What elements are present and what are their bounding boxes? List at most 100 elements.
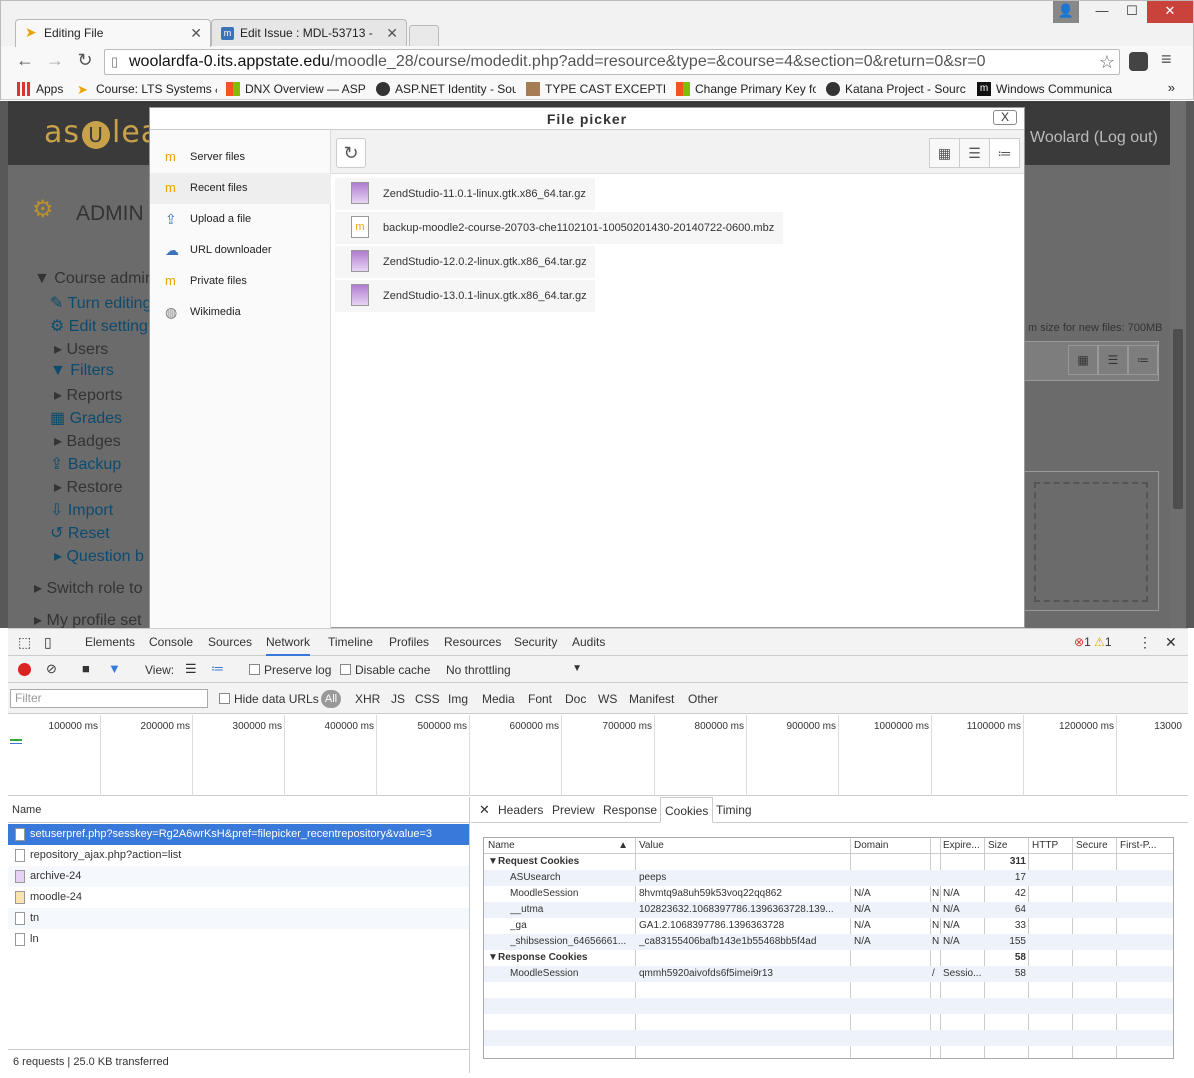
nav-my-profile[interactable]: ▸ My profile set [34,610,142,630]
throttling-select[interactable]: No throttling ▼ [446,663,582,677]
name-column-header[interactable]: Name [8,797,470,823]
menu-icon[interactable]: ≡ [1161,49,1172,70]
nav-filters[interactable]: ▼ Filters [50,362,114,380]
nav-question-bank[interactable]: ▸ Question b [54,546,144,566]
maximize-icon[interactable]: ☐ [1117,1,1147,23]
col-path[interactable] [932,838,940,854]
bookmark-katana[interactable]: Katana Project - Sourc [826,81,966,97]
filter-img[interactable]: Img [448,692,468,706]
request-row[interactable]: tn [8,908,469,929]
col-secure[interactable]: Secure [1076,838,1114,854]
user-icon[interactable]: 👤 [1053,1,1079,23]
expand-arrow-icon[interactable]: ▼ [488,854,498,870]
request-row[interactable]: archive-24 [8,866,469,887]
bookmark-wcf[interactable]: m Windows Communica [977,81,1117,97]
minimize-icon[interactable]: — [1087,1,1117,23]
address-bar[interactable]: ▯ woolardfa-0.its.appstate.edu/moodle_28/… [104,49,1120,75]
page-scrollbar[interactable] [1170,101,1186,628]
file-item[interactable]: ZendStudio-13.0.1-linux.gtk.x86_64.tar.g… [335,280,595,312]
logout-link[interactable]: Woolard (Log out) [1030,129,1158,147]
tab-timeline[interactable]: Timeline [328,629,373,656]
filter-other[interactable]: Other [688,692,718,706]
col-domain[interactable]: Domain [854,838,924,854]
new-tab-button[interactable] [409,25,439,47]
filter-all[interactable]: All [321,690,341,708]
network-overview[interactable]: 100000 ms 200000 ms 300000 ms 400000 ms … [8,715,1188,796]
nav-import[interactable]: ⇩ Import [50,500,113,520]
list-view-icon[interactable]: ☰ [185,661,197,677]
request-row[interactable]: setuserpref.php?sesskey=Rg2A6wrKsH&pref=… [8,824,469,845]
refresh-icon[interactable]: ↻ [336,138,366,168]
filemanager-dropzone[interactable] [1023,471,1159,611]
filter-manifest[interactable]: Manifest [629,692,674,706]
col-name[interactable]: Name ▲ [488,838,628,854]
cookie-group-row[interactable]: Response Cookies 58 ▼ [484,950,1173,966]
nav-badges[interactable]: ▸ Badges [54,431,121,451]
cookie-row[interactable]: MoodleSession qmmh5920aivofds6f5imei9r13 /… [484,966,1173,982]
tab-timing[interactable]: Timing [712,797,756,823]
col-first-party[interactable]: First-P... [1120,838,1170,854]
repo-private-files[interactable]: m Private files [150,266,331,297]
bookmark-primary-key[interactable]: Change Primary Key fo [676,81,816,97]
filter-font[interactable]: Font [528,692,552,706]
request-row[interactable]: ln [8,929,469,950]
tab-edit-issue[interactable]: m Edit Issue : MDL-53713 - ✕ [211,19,407,47]
filter-js[interactable]: JS [391,692,405,706]
error-count-badge[interactable]: ⊗1 ⚠1 [1074,629,1112,656]
site-logo[interactable]: as Ulea [44,115,160,150]
back-arrow-icon[interactable]: ← [13,50,37,71]
reload-icon[interactable]: ↻ [73,50,97,71]
more-options-icon[interactable]: ⋮ [1138,629,1152,656]
request-row[interactable]: repository_ajax.php?action=list [8,845,469,866]
tab-profiles[interactable]: Profiles [389,629,429,656]
nav-users[interactable]: ▸ Users [54,339,108,359]
scrollbar-thumb[interactable] [1173,329,1183,509]
device-mode-icon[interactable]: ▯ [44,629,52,656]
bookmark-apps[interactable]: Apps [17,81,77,97]
repo-upload-file[interactable]: ⇪ Upload a file [150,204,331,235]
col-http[interactable]: HTTP [1032,838,1070,854]
filter-doc[interactable]: Doc [565,692,586,706]
forward-arrow-icon[interactable]: → [43,50,67,71]
bookmark-typecast[interactable]: TYPE CAST EXCEPTION [526,81,666,97]
close-detail-icon[interactable]: ✕ [475,797,494,823]
disable-cache-checkbox[interactable]: Disable cache [340,663,430,677]
cookie-row[interactable]: ASUsearch peeps 17 [484,870,1173,886]
repo-server-files[interactable]: m Server files [150,142,331,173]
tree-view-icon[interactable]: ≔ [1128,345,1158,375]
nav-reports[interactable]: ▸ Reports [54,385,123,405]
nav-backup[interactable]: ⇪ Backup [50,454,121,474]
record-icon[interactable] [18,663,31,676]
list-view-icon[interactable]: ☰ [959,138,990,168]
close-devtools-icon[interactable]: ✕ [1165,629,1177,656]
nav-switch-role[interactable]: ▸ Switch role to [34,578,143,598]
tab-security[interactable]: Security [514,629,557,656]
repo-url-downloader[interactable]: ☁ URL downloader [150,235,331,266]
preserve-log-checkbox[interactable]: Preserve log [249,663,331,677]
tab-resources[interactable]: Resources [444,629,501,656]
col-value[interactable]: Value [639,838,844,854]
nav-grades[interactable]: ▦ Grades [50,408,122,428]
tab-sources[interactable]: Sources [208,629,252,656]
tree-view-icon[interactable]: ≔ [989,138,1020,168]
icon-view-icon[interactable]: ▦ [1068,345,1098,375]
bookmark-course[interactable]: ➤ Course: LTS Systems & [77,81,217,97]
tab-console[interactable]: Console [149,629,193,656]
close-tab-icon[interactable]: ✕ [190,20,202,46]
col-size[interactable]: Size [988,838,1026,854]
tab-headers[interactable]: Headers [494,797,547,823]
file-item[interactable]: ZendStudio-11.0.1-linux.gtk.x86_64.tar.g… [335,178,595,210]
course-admin-node[interactable]: ▼ Course admin [34,270,154,288]
tab-response[interactable]: Response [599,797,661,823]
nav-edit-settings[interactable]: ⚙ Edit setting [50,316,148,336]
inspect-element-icon[interactable]: ⬚ [18,629,31,656]
close-window-icon[interactable]: ✕ [1147,1,1193,23]
filter-input[interactable]: Filter [10,689,208,708]
icon-view-icon[interactable]: ▦ [929,138,960,168]
nav-turn-editing[interactable]: ✎ Turn editing [50,293,151,313]
tab-cookies[interactable]: Cookies [660,797,714,823]
tab-preview[interactable]: Preview [548,797,599,823]
waterfall-view-icon[interactable]: ≔ [211,661,224,677]
repo-wikimedia[interactable]: ◍ Wikimedia [150,297,331,328]
file-item[interactable]: ZendStudio-12.0.2-linux.gtk.x86_64.tar.g… [335,246,595,278]
